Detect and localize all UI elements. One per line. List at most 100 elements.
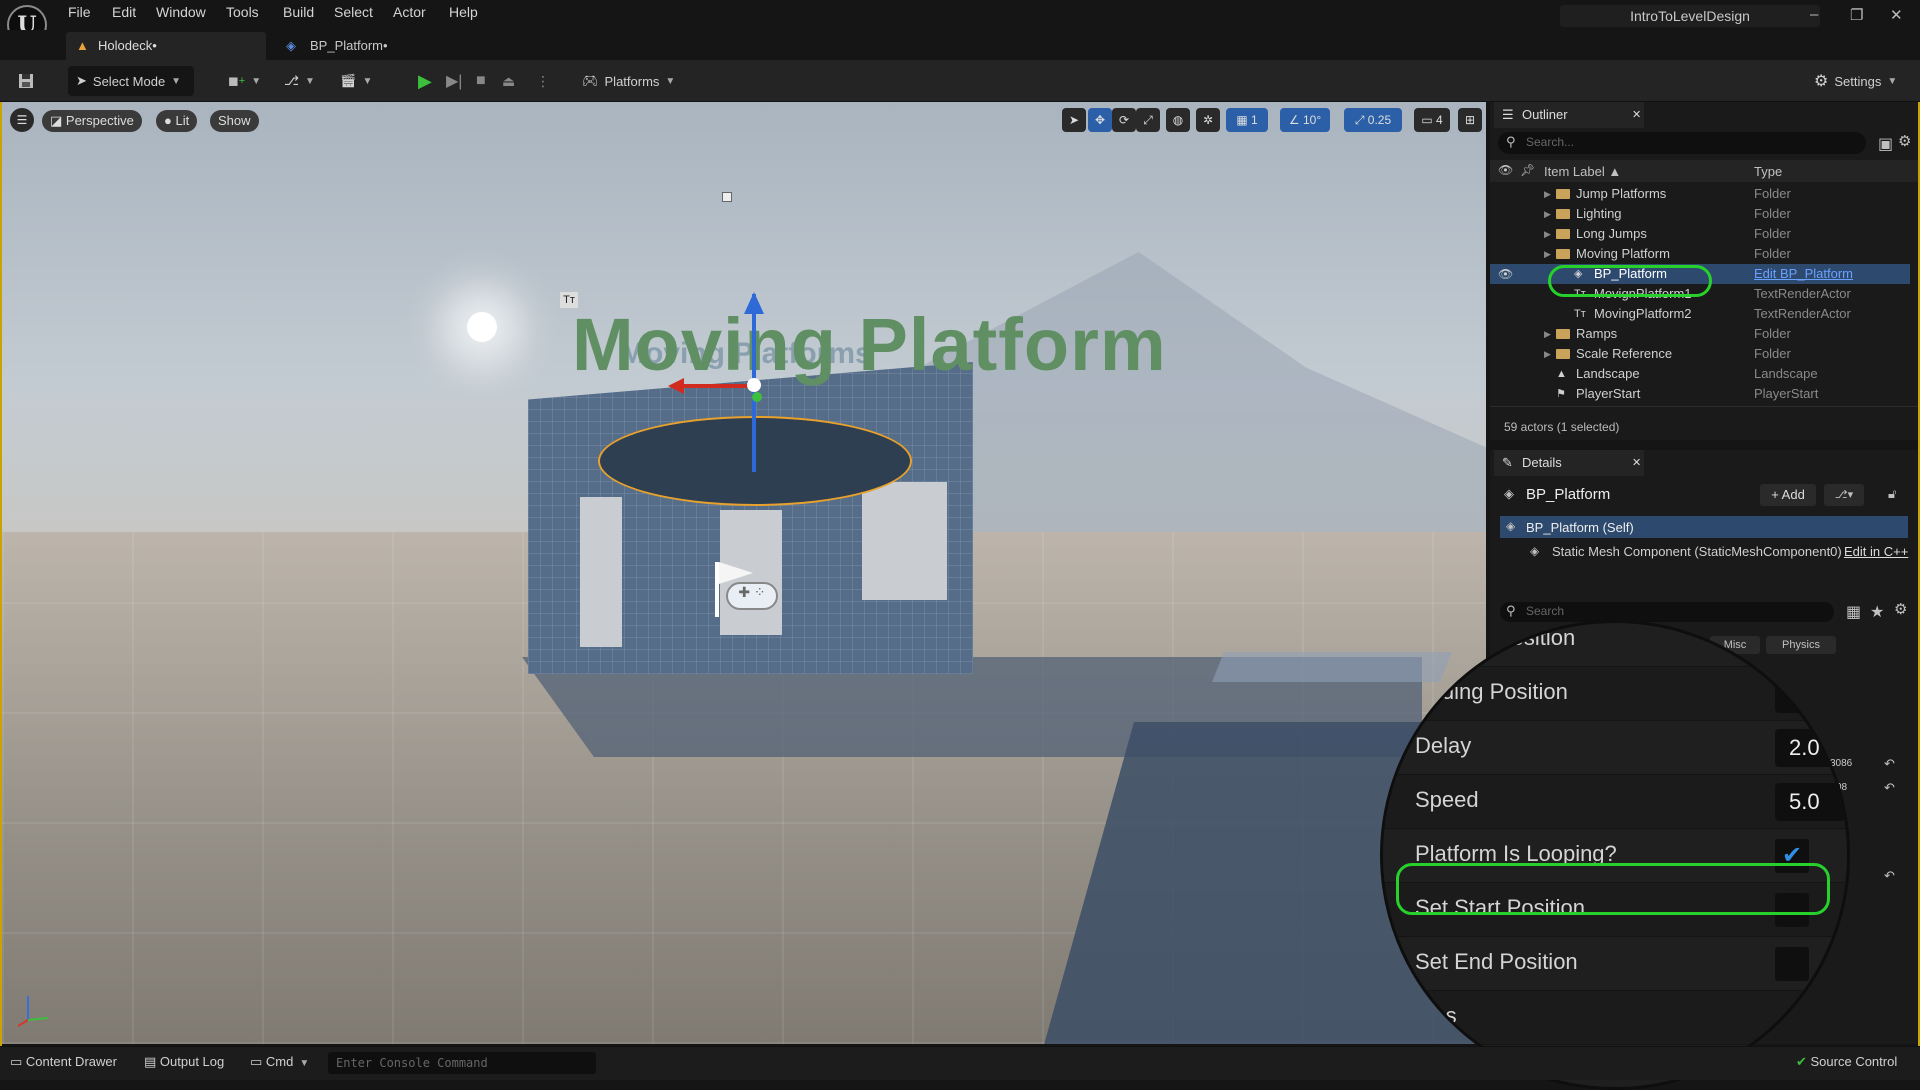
restore-icon[interactable]: ❐ bbox=[1850, 6, 1863, 24]
reset-icon[interactable]: ↶ bbox=[1884, 780, 1895, 796]
tab-bp-platform[interactable]: ◈ BP_Platform• bbox=[280, 32, 480, 60]
outliner-row[interactable]: ⚑ PlayerStart PlayerStart bbox=[1490, 384, 1910, 404]
outliner-row[interactable]: ▶ Ramps Folder bbox=[1490, 324, 1910, 344]
menu-edit[interactable]: Edit bbox=[112, 4, 136, 20]
minimize-icon[interactable]: – bbox=[1810, 6, 1818, 23]
gear-icon[interactable]: ⚙ bbox=[1894, 600, 1907, 618]
gizmo-x-axis[interactable] bbox=[682, 384, 754, 388]
perspective-button[interactable]: ◪ Perspective bbox=[42, 110, 142, 132]
gizmo-y-handle[interactable] bbox=[752, 392, 762, 402]
save-icon[interactable] bbox=[14, 66, 38, 96]
grid-snap-button[interactable]: ▦ 1 bbox=[1226, 108, 1268, 132]
close-tab-icon[interactable]: ✕ bbox=[1632, 450, 1641, 476]
scale-tool-icon[interactable]: ⤢ bbox=[1136, 108, 1160, 132]
expand-arrow-icon[interactable]: ▶ bbox=[1544, 204, 1551, 224]
outliner-row[interactable]: ▶ Moving Platform Folder bbox=[1490, 244, 1910, 264]
outliner-row[interactable]: ▲ Landscape Landscape bbox=[1490, 364, 1910, 384]
details-tab[interactable]: ✎ Details ✕ bbox=[1494, 450, 1644, 476]
cmd-dropdown[interactable]: ▭ Cmd ▼ bbox=[250, 1054, 309, 1070]
menu-help[interactable]: Help bbox=[449, 4, 478, 20]
visibility-eye-icon[interactable]: 👁︎ bbox=[1498, 264, 1513, 284]
select-mode-dropdown[interactable]: ➤ Select Mode ▼ bbox=[68, 66, 194, 96]
select-tool-icon[interactable]: ➤ bbox=[1062, 108, 1086, 132]
settings-dropdown[interactable]: ⚙ Settings ▼ bbox=[1814, 66, 1897, 96]
gizmo-center[interactable] bbox=[747, 378, 761, 392]
advance-frame-button[interactable]: ▶| bbox=[446, 66, 462, 96]
expand-arrow-icon[interactable]: ▶ bbox=[1544, 344, 1551, 364]
component-self-row[interactable]: ◈ BP_Platform (Self) bbox=[1500, 516, 1908, 538]
details-search[interactable]: ⚲ Search bbox=[1500, 602, 1834, 622]
platforms-dropdown[interactable]: 🎮︎ Platforms ▼ bbox=[582, 66, 675, 96]
console-input[interactable]: Enter Console Command bbox=[328, 1052, 596, 1074]
property-value-input[interactable]: 2.0 bbox=[1775, 729, 1845, 767]
eject-button[interactable]: ⏏ bbox=[502, 66, 515, 96]
lock-icon[interactable]: 🔓︎ bbox=[1888, 486, 1896, 502]
star-icon[interactable]: ★ bbox=[1870, 602, 1884, 622]
blueprint-menu-button[interactable]: ⎇ ▼ bbox=[284, 66, 315, 96]
menu-tools[interactable]: Tools bbox=[226, 4, 259, 20]
viewport-layout-icon[interactable]: ⊞ bbox=[1458, 108, 1482, 132]
translate-tool-icon[interactable]: ✥ bbox=[1088, 108, 1112, 132]
show-button[interactable]: Show bbox=[210, 110, 259, 132]
scale-snap-button[interactable]: ⤢ 0.25 bbox=[1344, 108, 1402, 132]
text-render-icon[interactable] bbox=[722, 192, 732, 202]
lit-button[interactable]: ● Lit bbox=[156, 110, 198, 132]
expand-arrow-icon[interactable]: ▶ bbox=[1544, 224, 1551, 244]
output-log-button[interactable]: ▤ Output Log bbox=[144, 1054, 224, 1070]
column-item-label[interactable]: Item Label ▲ bbox=[1544, 164, 1621, 179]
outliner-row[interactable]: ▶ Long Jumps Folder bbox=[1490, 224, 1910, 244]
static-mesh-component-row[interactable]: Static Mesh Component (StaticMeshCompone… bbox=[1552, 544, 1842, 559]
tab-holodeck[interactable]: ▲ Holodeck• bbox=[66, 32, 266, 60]
outliner-row[interactable]: Tт MovingPlatform2 TextRenderActor bbox=[1490, 304, 1910, 324]
source-control-button[interactable]: ✔ Source Control bbox=[1796, 1054, 1897, 1070]
close-tab-icon[interactable]: ✕ bbox=[1632, 102, 1641, 128]
pin-column-icon[interactable]: 📌︎ bbox=[1520, 163, 1535, 177]
close-icon[interactable]: ✕ bbox=[1890, 6, 1903, 24]
gizmo-z-arrow[interactable] bbox=[744, 292, 764, 314]
add-component-button[interactable]: + Add bbox=[1760, 484, 1816, 506]
blueprint-options-button[interactable]: ⎇▾ bbox=[1824, 484, 1864, 506]
reset-icon[interactable]: ↶ bbox=[1884, 756, 1895, 772]
menu-select[interactable]: Select bbox=[334, 4, 373, 20]
play-options-button[interactable]: ⋮ bbox=[536, 66, 550, 96]
property-value-input[interactable]: 13 bbox=[1775, 675, 1845, 713]
add-folder-icon[interactable]: ▣ bbox=[1878, 134, 1893, 154]
reset-icon[interactable]: ↶ bbox=[1884, 868, 1895, 884]
outliner-row[interactable]: ▶ Lighting Folder bbox=[1490, 204, 1910, 224]
checkbox-unchecked[interactable] bbox=[1775, 947, 1809, 981]
rotate-tool-icon[interactable]: ⟳ bbox=[1112, 108, 1136, 132]
outliner-tab[interactable]: ☰ Outliner ✕ bbox=[1494, 102, 1644, 128]
menu-actor[interactable]: Actor bbox=[393, 4, 426, 20]
gamepad-icon[interactable]: ✚ ⁘ bbox=[726, 582, 778, 610]
outliner-item-type[interactable]: Edit BP_Platform bbox=[1754, 264, 1853, 284]
play-button[interactable]: ▶ bbox=[418, 66, 432, 96]
rotation-snap-button[interactable]: ∠ 10° bbox=[1280, 108, 1330, 132]
expand-arrow-icon[interactable]: ▶ bbox=[1544, 324, 1551, 344]
outliner-search[interactable]: ⚲ Search... bbox=[1498, 132, 1866, 154]
world-space-icon[interactable]: ◍ bbox=[1166, 108, 1190, 132]
scale-snap-value: 0.25 bbox=[1367, 113, 1392, 127]
expand-arrow-icon[interactable]: ▶ bbox=[1544, 184, 1551, 204]
property-value-input[interactable]: 5.0 bbox=[1775, 783, 1845, 821]
expand-arrow-icon[interactable]: ▶ bbox=[1544, 244, 1551, 264]
gizmo-x-arrow[interactable] bbox=[668, 378, 684, 394]
column-type[interactable]: Type bbox=[1754, 164, 1782, 179]
content-drawer-button[interactable]: ▭ Content Drawer bbox=[10, 1054, 117, 1070]
menu-file[interactable]: File bbox=[68, 4, 91, 20]
surface-snap-icon[interactable]: ✲ bbox=[1196, 108, 1220, 132]
outliner-row[interactable]: ▶ Scale Reference Folder bbox=[1490, 344, 1910, 364]
camera-speed-button[interactable]: ▭ 4 bbox=[1414, 108, 1450, 132]
visibility-column-icon[interactable]: 👁︎ bbox=[1498, 163, 1513, 177]
edit-cpp-link[interactable]: Edit in C++ bbox=[1844, 544, 1908, 559]
add-actor-button[interactable]: ◼ + ▼ bbox=[228, 66, 261, 96]
cinematics-button[interactable]: 🎬︎ ▼ bbox=[340, 66, 372, 96]
text-render-icon[interactable]: Tт bbox=[560, 292, 578, 308]
stop-button[interactable]: ■ bbox=[476, 66, 486, 96]
menu-build[interactable]: Build bbox=[283, 4, 314, 20]
table-view-icon[interactable]: ▦ bbox=[1846, 602, 1861, 622]
viewport-menu-icon[interactable]: ☰ bbox=[10, 108, 34, 132]
outliner-row[interactable]: ▶ Jump Platforms Folder bbox=[1490, 184, 1910, 204]
menu-window[interactable]: Window bbox=[156, 4, 206, 20]
level-viewport[interactable]: Moving Platforms Moving Platform Tт ✚ ⁘ bbox=[2, 102, 1486, 1044]
gear-icon[interactable]: ⚙ bbox=[1898, 132, 1911, 150]
